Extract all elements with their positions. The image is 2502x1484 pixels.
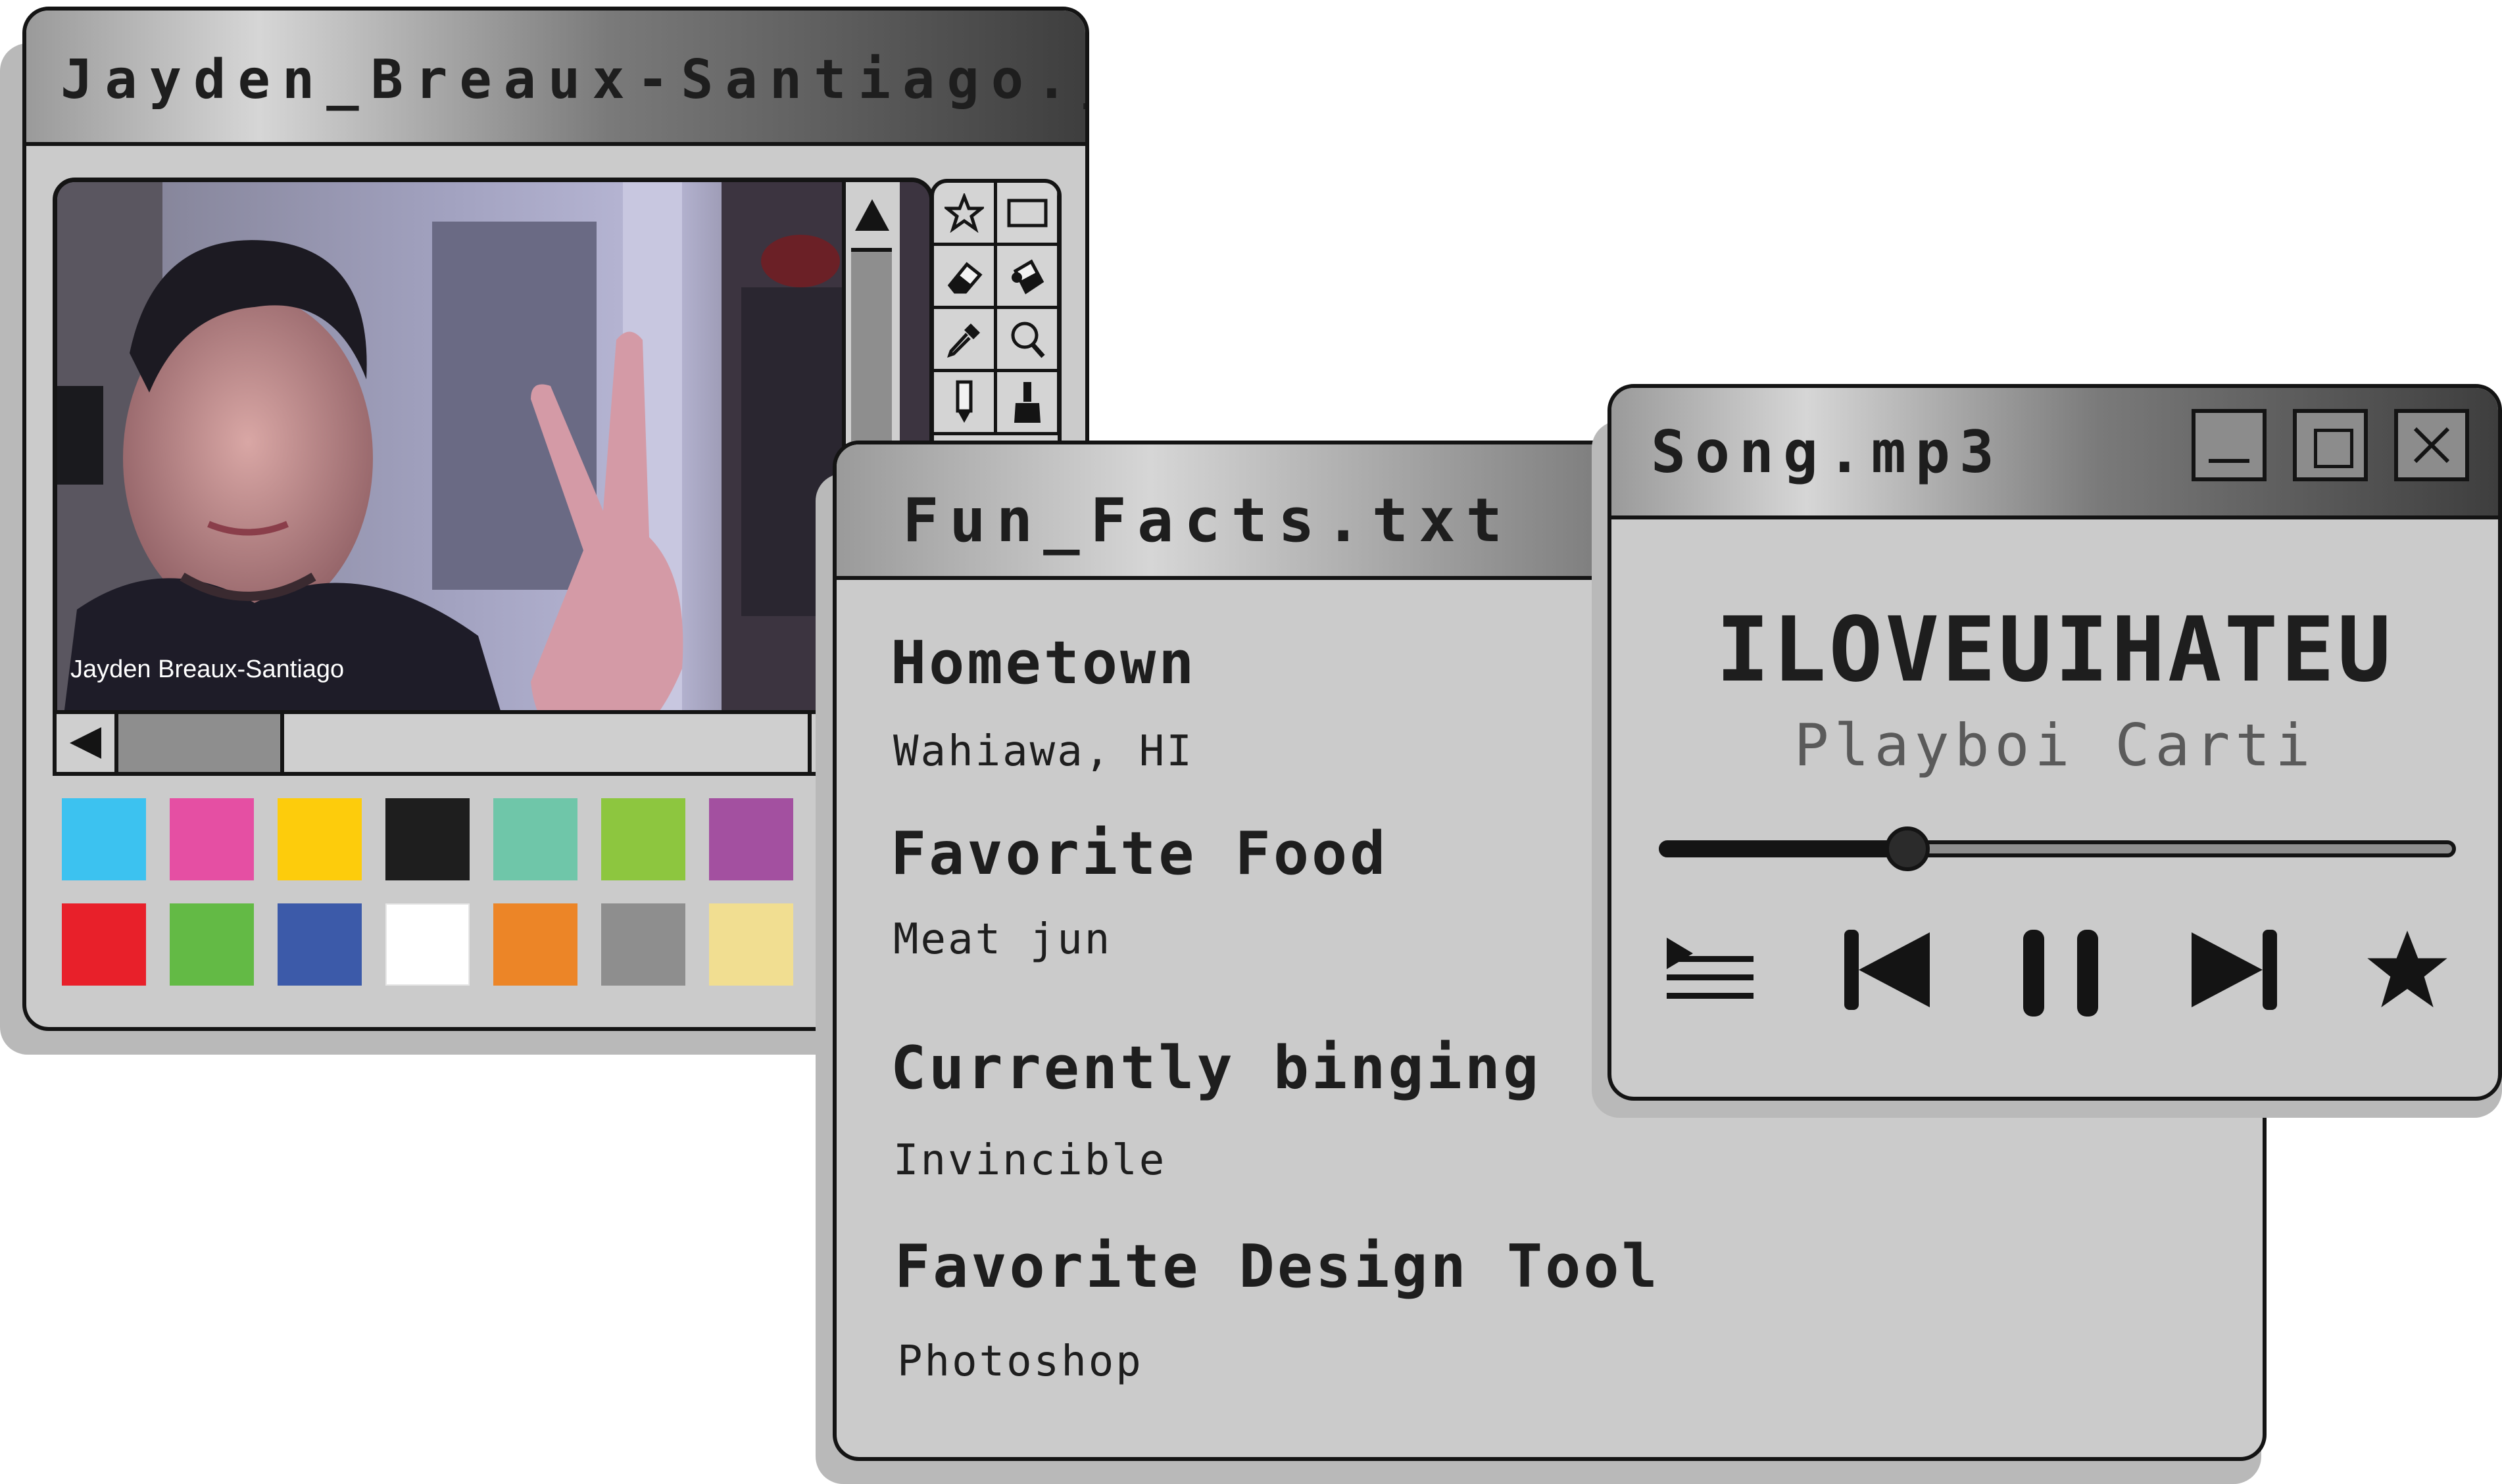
horizontal-scroll-thumb[interactable] <box>114 714 284 772</box>
photo-caption: Jayden Breaux-Santiago <box>70 656 345 683</box>
favorite-star-icon[interactable] <box>2361 924 2453 1017</box>
image-window-titlebar[interactable]: Jayden_Breaux-Santiago.jpeg <box>26 11 1085 146</box>
eraser-tool-icon[interactable] <box>934 246 997 309</box>
fact-value-hometown: Wahiawa, HI <box>893 727 1194 776</box>
paint-bucket-tool-icon[interactable] <box>997 246 1058 309</box>
progress-knob[interactable] <box>1885 826 1930 871</box>
image-window-title: Jayden_Breaux-Santiago.jpeg <box>61 49 1085 111</box>
previous-icon[interactable] <box>1842 927 1934 1013</box>
star-tool-icon[interactable] <box>934 183 997 246</box>
fact-value-currently-binging: Invincible <box>893 1136 1167 1185</box>
minimize-icon <box>2209 459 2249 463</box>
tool-palette <box>930 179 1062 458</box>
fact-value-favorite-design-tool: Photoshop <box>897 1337 1143 1386</box>
fact-label-currently-binging: Currently binging <box>891 1034 1542 1103</box>
maximize-icon <box>2314 429 2353 468</box>
color-swatch[interactable] <box>385 798 470 880</box>
color-swatch[interactable] <box>709 798 793 880</box>
color-swatch[interactable] <box>170 798 254 880</box>
fact-label-favorite-food: Favorite Food <box>891 819 1388 888</box>
scroll-up-icon[interactable] <box>852 195 892 235</box>
color-swatch[interactable] <box>601 798 685 880</box>
photo-canvas[interactable]: Jayden Breaux-Santiago <box>53 178 934 773</box>
color-swatch[interactable] <box>278 903 362 986</box>
pencil-tool-icon[interactable] <box>934 372 997 435</box>
vertical-scrollbar[interactable] <box>842 182 900 446</box>
fact-label-hometown: Hometown <box>891 629 1197 698</box>
color-swatch[interactable] <box>278 798 362 880</box>
next-icon[interactable] <box>2189 927 2281 1013</box>
zoom-tool-icon[interactable] <box>997 309 1058 372</box>
color-swatch[interactable] <box>493 798 577 880</box>
color-swatch[interactable] <box>170 903 254 986</box>
progress-track[interactable] <box>1659 826 2456 871</box>
eyedropper-tool-icon[interactable] <box>934 309 997 372</box>
playlist-icon[interactable] <box>1664 934 1756 1006</box>
song-artist: Playboi Carti <box>1794 711 2316 779</box>
fun-facts-title: Fun_Facts.txt <box>902 485 1513 556</box>
minimize-button[interactable] <box>2192 409 2267 481</box>
close-icon <box>2413 427 2450 464</box>
maximize-button[interactable] <box>2293 409 2368 481</box>
fact-value-favorite-food: Meat jun <box>893 915 1112 964</box>
player-titlebar[interactable]: Song.mp3 <box>1611 388 2498 519</box>
color-swatch[interactable] <box>709 903 793 986</box>
color-swatch[interactable] <box>62 798 146 880</box>
close-button[interactable] <box>2394 409 2469 481</box>
horizontal-scrollbar[interactable] <box>53 710 855 776</box>
vertical-scroll-thumb[interactable] <box>851 248 892 443</box>
color-swatch[interactable] <box>385 903 470 986</box>
color-swatch[interactable] <box>493 903 577 986</box>
brush-tool-icon[interactable] <box>997 372 1058 435</box>
pause-icon[interactable] <box>2018 927 2103 1019</box>
rectangle-tool-icon[interactable] <box>997 183 1058 246</box>
color-swatch[interactable] <box>601 903 685 986</box>
color-swatch[interactable] <box>62 903 146 986</box>
song-title: ILOVEUIHATEU <box>1715 598 2394 702</box>
fact-label-favorite-design-tool: Favorite Design Tool <box>895 1232 1660 1301</box>
progress-fill <box>1663 844 1907 853</box>
player-title: Song.mp3 <box>1651 418 2003 486</box>
scroll-left-icon[interactable] <box>66 723 105 763</box>
